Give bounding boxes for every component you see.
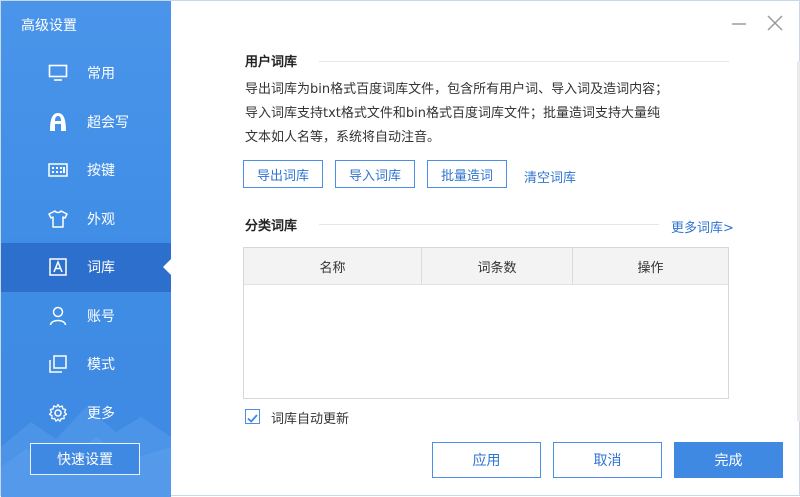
sidebar-item-label: 超会写 (87, 114, 129, 131)
column-header-count: 词条数 (422, 248, 573, 284)
description-line: 导入词库支持txt格式文件和bin格式百度词库文件；批量造词支持大量纯 (245, 106, 660, 121)
auto-update-checkbox[interactable] (245, 409, 260, 424)
column-header-actions: 操作 (637, 260, 664, 276)
sidebar-item-label: 常用 (87, 66, 115, 83)
monitor-icon (47, 62, 69, 84)
sidebar-item-appearance[interactable]: 外观 (1, 195, 171, 244)
minimize-icon[interactable] (729, 13, 749, 33)
sidebar-item-keys[interactable]: 按键 (1, 146, 171, 195)
import-lexicon-button[interactable]: 导入词库 (335, 160, 415, 188)
column-header-name: 名称 (244, 248, 422, 284)
sidebar-item-label: 更多 (87, 405, 115, 422)
user-lexicon-description: 导出词库为bin格式百度词库文件，包含所有用户词、导入词及造词内容； 导入词库支… (245, 78, 745, 150)
sidebar-item-mode[interactable]: 模式 (1, 340, 171, 389)
user-lexicon-title: 用户词库 (245, 55, 298, 70)
close-icon[interactable] (765, 13, 785, 33)
more-lexicons-link[interactable]: 更多词库> (671, 217, 734, 236)
section-divider (319, 61, 729, 62)
user-icon (47, 305, 69, 327)
super-write-icon (47, 111, 69, 133)
category-lexicon-table: 名称 词条数 操作 (243, 247, 729, 399)
table-header: 名称 词条数 操作 (244, 248, 728, 285)
settings-window: 高级设置 常用 超会写 按键 外观 词库 账号 模式 更多 快速设置 用户词库 … (0, 0, 800, 497)
category-lexicon-title: 分类词库 (245, 219, 298, 234)
window-title: 高级设置 (21, 18, 77, 34)
quick-settings-button[interactable]: 快速设置 (30, 443, 140, 475)
sidebar-item-label: 外观 (87, 211, 115, 228)
sidebar-item-super-write[interactable]: 超会写 (1, 98, 171, 147)
gear-icon (47, 402, 69, 424)
tshirt-icon (47, 208, 69, 230)
checkmark-icon (247, 414, 258, 423)
export-lexicon-button[interactable]: 导出词库 (243, 160, 323, 188)
keyboard-icon (47, 159, 69, 181)
sidebar-item-label: 模式 (87, 357, 115, 374)
mode-icon (47, 353, 69, 375)
clear-lexicon-link[interactable]: 清空词库 (524, 167, 576, 186)
sidebar-item-common[interactable]: 常用 (1, 49, 171, 98)
auto-update-label: 词库自动更新 (271, 412, 350, 427)
done-button[interactable]: 完成 (674, 442, 783, 478)
sidebar-nav: 常用 超会写 按键 外观 词库 账号 模式 更多 (1, 49, 171, 437)
description-line: 导出词库为bin格式百度词库文件，包含所有用户词、导入词及造词内容； (245, 82, 669, 97)
description-line: 文本如人名等，系统将自动注音。 (245, 130, 441, 145)
sidebar-item-label: 按键 (87, 163, 115, 180)
sidebar-item-lexicon[interactable]: 词库 (1, 243, 171, 292)
sidebar-item-account[interactable]: 账号 (1, 292, 171, 341)
section-divider (319, 224, 659, 225)
cancel-button[interactable]: 取消 (553, 442, 662, 478)
sidebar: 高级设置 常用 超会写 按键 外观 词库 账号 模式 更多 快速设置 (1, 1, 171, 497)
sidebar-item-label: 账号 (87, 308, 115, 325)
sidebar-item-label: 词库 (87, 260, 115, 277)
sidebar-item-more[interactable]: 更多 (1, 389, 171, 438)
lexicon-icon (47, 256, 69, 278)
apply-button[interactable]: 应用 (432, 442, 541, 478)
batch-create-words-button[interactable]: 批量造词 (427, 160, 507, 188)
